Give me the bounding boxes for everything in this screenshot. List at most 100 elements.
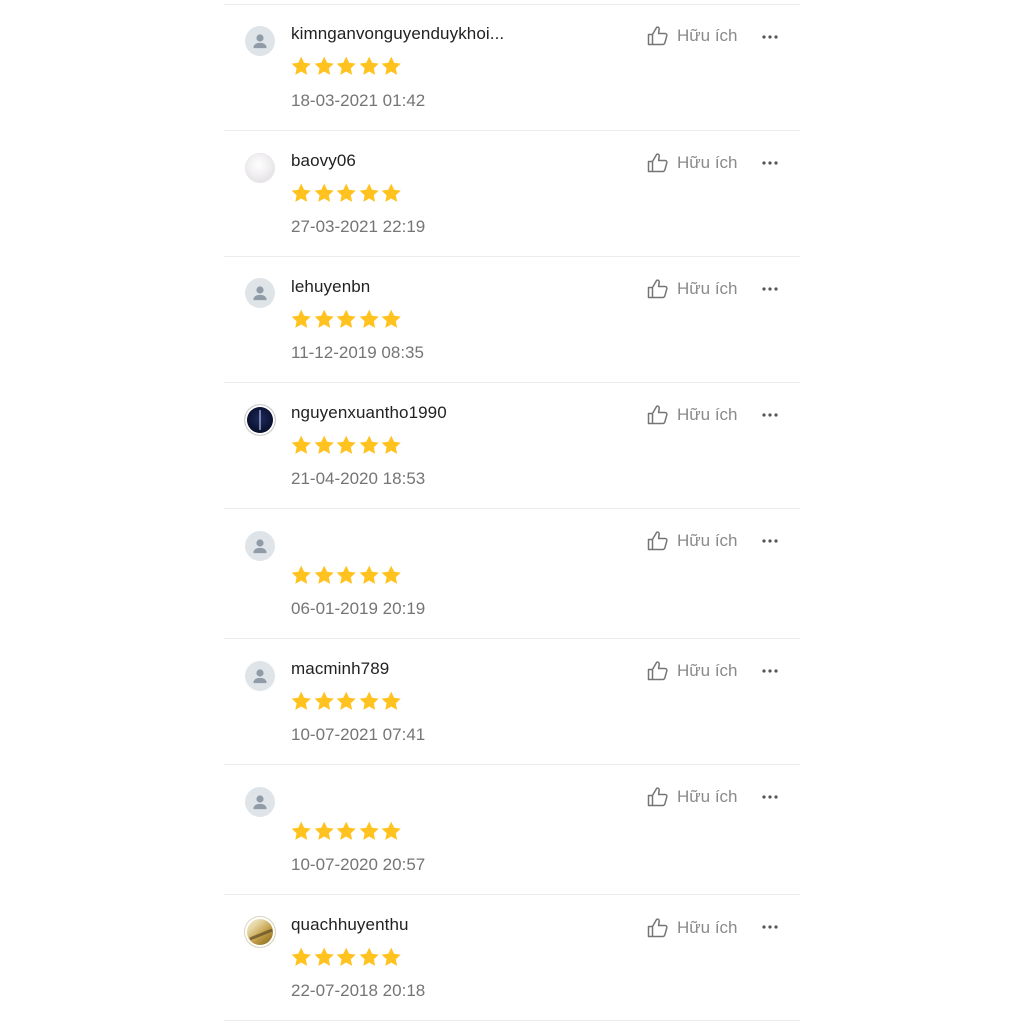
helpful-label: Hữu ích [677, 153, 738, 172]
star-icon [314, 435, 334, 454]
star-icon [291, 947, 311, 966]
star-icon [336, 821, 356, 840]
more-options-button[interactable] [759, 917, 781, 937]
review-username[interactable]: nguyenxuantho1990 [291, 403, 447, 423]
helpful-label: Hữu ích [677, 531, 738, 550]
star-icon [336, 56, 356, 75]
thumbs-up-icon [647, 918, 668, 938]
review-item: nguyenxuantho1990 21-04-2020 18:53 Hữu í… [224, 382, 800, 508]
rating-stars [290, 434, 403, 456]
more-options-button[interactable] [759, 27, 781, 47]
review-item: kimnganvonguyenduykhoi... 18-03-2021 01:… [224, 4, 800, 130]
star-icon [291, 565, 311, 584]
star-icon [291, 183, 311, 202]
default-avatar[interactable] [245, 661, 275, 691]
review-username[interactable]: lehuyenbn [291, 277, 370, 297]
default-avatar[interactable] [245, 26, 275, 56]
star-icon [381, 56, 401, 75]
thumbs-up-icon [647, 661, 668, 681]
star-icon [314, 183, 334, 202]
star-icon [336, 691, 356, 710]
thumbs-up-icon [647, 279, 668, 299]
helpful-button[interactable]: Hữu ích [646, 23, 738, 49]
star-icon [381, 691, 401, 710]
helpful-button[interactable]: Hữu ích [646, 658, 738, 684]
helpful-label: Hữu ích [677, 405, 738, 424]
review-date: 27-03-2021 22:19 [291, 217, 426, 236]
star-icon [381, 821, 401, 840]
more-options-button[interactable] [759, 531, 781, 551]
more-options-button[interactable] [759, 787, 781, 807]
star-icon [336, 435, 356, 454]
star-icon [314, 821, 334, 840]
review-date: 11-12-2019 08:35 [291, 343, 424, 362]
helpful-label: Hữu ích [677, 279, 738, 298]
more-dots-icon [762, 161, 778, 165]
default-avatar[interactable] [245, 787, 275, 817]
star-icon [291, 821, 311, 840]
gold-photo-avatar[interactable] [245, 917, 275, 947]
helpful-label: Hữu ích [677, 661, 738, 680]
default-avatar[interactable] [245, 531, 275, 561]
more-options-button[interactable] [759, 279, 781, 299]
more-options-button[interactable] [759, 405, 781, 425]
star-icon [336, 183, 356, 202]
helpful-label: Hữu ích [677, 787, 738, 806]
star-icon [381, 565, 401, 584]
review-username[interactable]: kimnganvonguyenduykhoi... [291, 24, 504, 44]
star-icon [291, 691, 311, 710]
review-list: kimnganvonguyenduykhoi... 18-03-2021 01:… [224, 0, 800, 1024]
star-icon [359, 309, 379, 328]
helpful-button[interactable]: Hữu ích [646, 784, 738, 810]
more-options-button[interactable] [759, 153, 781, 173]
helpful-button[interactable]: Hữu ích [646, 402, 738, 428]
review-username[interactable]: baovy06 [291, 151, 356, 171]
rating-stars [290, 308, 403, 330]
light-photo-avatar[interactable] [245, 153, 275, 183]
star-icon [336, 309, 356, 328]
more-dots-icon [762, 413, 778, 417]
star-icon [336, 947, 356, 966]
more-options-button[interactable] [759, 661, 781, 681]
review-username[interactable]: macminh789 [291, 659, 389, 679]
more-dots-icon [762, 795, 778, 799]
review-item: 10-07-2020 20:57 Hữu ích [224, 764, 800, 894]
review-date: 22-07-2018 20:18 [291, 981, 426, 1000]
star-icon [314, 947, 334, 966]
star-icon [381, 183, 401, 202]
rating-stars [290, 55, 403, 77]
helpful-button[interactable]: Hữu ích [646, 276, 738, 302]
review-date: 10-07-2020 20:57 [291, 855, 426, 874]
star-icon [359, 947, 379, 966]
review-item: lehuyenbn 11-12-2019 08:35 Hữu ích [224, 256, 800, 382]
more-dots-icon [762, 669, 778, 673]
more-dots-icon [762, 287, 778, 291]
thumbs-up-icon [647, 26, 668, 46]
review-item: macminh789 10-07-2021 07:41 Hữu ích [224, 638, 800, 764]
more-dots-icon [762, 539, 778, 543]
user-icon [253, 539, 267, 554]
review-item: baovy06 27-03-2021 22:19 Hữu ích [224, 130, 800, 256]
dark-photo-avatar[interactable] [245, 405, 275, 435]
star-icon [359, 565, 379, 584]
rating-stars [290, 690, 403, 712]
star-icon [381, 309, 401, 328]
review-username[interactable]: quachhuyenthu [291, 915, 409, 935]
review-date: 06-01-2019 20:19 [291, 599, 426, 618]
thumbs-up-icon [647, 153, 668, 173]
star-icon [359, 691, 379, 710]
more-dots-icon [762, 35, 778, 39]
helpful-button[interactable]: Hữu ích [646, 150, 738, 176]
helpful-button[interactable]: Hữu ích [646, 528, 738, 554]
helpful-label: Hữu ích [677, 26, 738, 45]
star-icon [381, 435, 401, 454]
user-icon [253, 795, 267, 810]
star-icon [359, 435, 379, 454]
default-avatar[interactable] [245, 278, 275, 308]
helpful-button[interactable]: Hữu ích [646, 915, 738, 941]
star-icon [291, 309, 311, 328]
user-icon [253, 669, 267, 684]
star-icon [314, 691, 334, 710]
review-date: 21-04-2020 18:53 [291, 469, 426, 488]
star-icon [291, 56, 311, 75]
